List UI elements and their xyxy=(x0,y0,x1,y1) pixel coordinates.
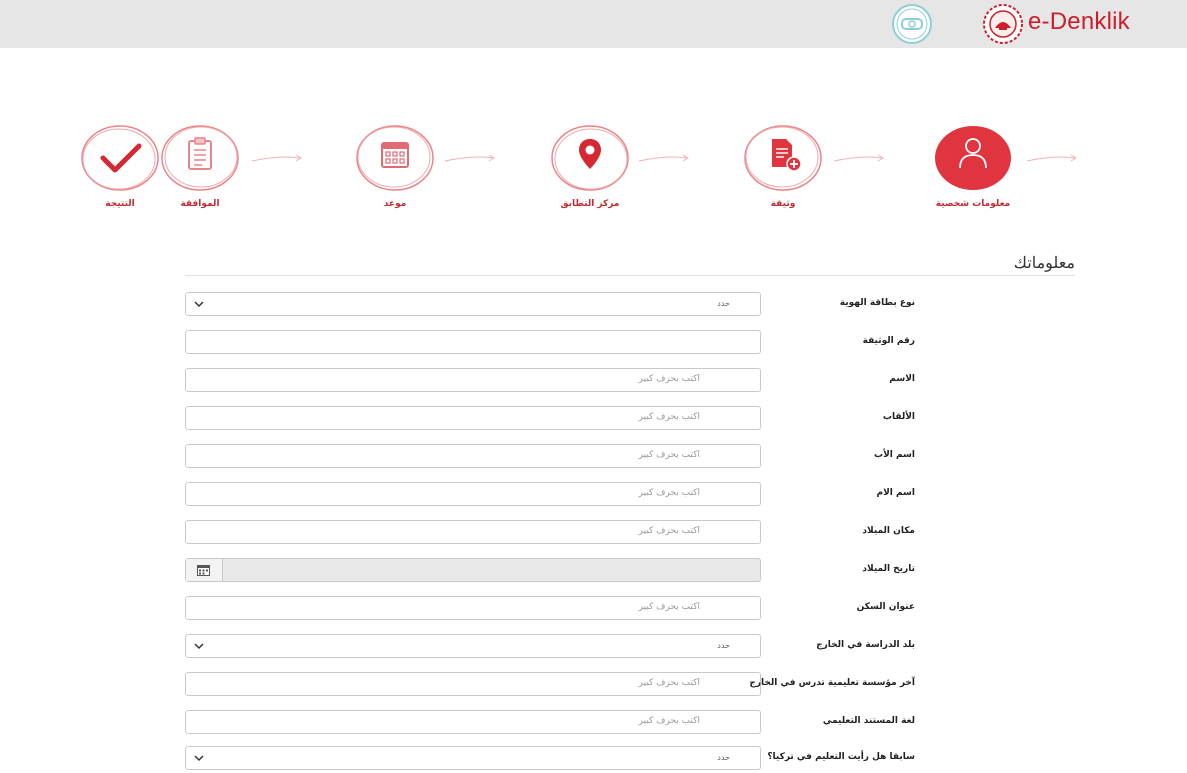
user-icon xyxy=(959,138,987,169)
checkmark-icon xyxy=(100,143,142,173)
form-row-birth-date: تاريخ الميلاد xyxy=(185,558,915,584)
diploma-seal-icon xyxy=(892,4,932,44)
step-appointment: موعد xyxy=(350,118,440,218)
step-label: الموافقة xyxy=(180,199,220,209)
placeholder: اكتب بحرف كبير xyxy=(638,374,700,384)
address-input[interactable]: اكتب بحرف كبير xyxy=(185,596,761,620)
birth-place-input[interactable]: اكتب بحرف كبير xyxy=(185,520,761,544)
form-row-study-country: حدد بلد الدراسة في الخارج xyxy=(185,634,915,660)
step-personal-info: معلومات شخصية xyxy=(928,118,1018,218)
form-row-prior-turkey: حدد سابقا هل رأيت التعليم في تركيا؟ xyxy=(185,746,915,772)
field-label: اسم الأب xyxy=(874,450,915,460)
form-row-birth-place: اكتب بحرف كبير مكان الميلاد xyxy=(185,520,915,546)
field-label: الاسم xyxy=(889,374,915,384)
document-add-icon xyxy=(772,139,802,172)
chevron-down-icon xyxy=(194,643,204,650)
field-label: عنوان السكن xyxy=(856,602,915,612)
form-row-doc-number: رقم الوثيقة xyxy=(185,330,915,356)
placeholder: اكتب بحرف كبير xyxy=(638,678,700,688)
divider xyxy=(185,275,1075,276)
arrow-icon xyxy=(1026,154,1077,162)
placeholder: اكتب بحرف كبير xyxy=(638,412,700,422)
arrow-icon xyxy=(251,154,302,162)
field-label: الألقاب xyxy=(882,412,915,422)
field-label: لغة المستند التعليمي xyxy=(822,716,915,726)
name-input[interactable]: اكتب بحرف كبير xyxy=(185,368,761,392)
form-row-doc-language: اكتب بحرف كبير لغة المستند التعليمي xyxy=(185,710,915,736)
clipboard-icon xyxy=(188,137,212,170)
field-label: بلد الدراسة في الخارج xyxy=(816,640,915,650)
father-name-input[interactable]: اكتب بحرف كبير xyxy=(185,444,761,468)
doc-number-input[interactable] xyxy=(185,330,761,354)
last-institution-input[interactable]: اكتب بحرف كبير xyxy=(185,672,761,696)
form-row-father-name: اكتب بحرف كبير اسم الأب xyxy=(185,444,915,470)
surname-input[interactable]: اكتب بحرف كبير xyxy=(185,406,761,430)
form-row-surname: اكتب بحرف كبير الألقاب xyxy=(185,406,915,432)
calendar-icon xyxy=(197,565,210,576)
calendar-icon xyxy=(381,142,409,168)
brand-name[interactable]: e-Denklik xyxy=(1028,8,1130,36)
id-type-select[interactable]: حدد xyxy=(185,292,761,316)
step-label: مركز التطابق xyxy=(560,199,620,209)
form-row-name: اكتب بحرف كبير الاسم xyxy=(185,368,915,394)
progress-steps: التتيجة الموافقة موعد مركز التطابق وثيقة… xyxy=(0,118,1187,218)
step-label: معلومات شخصية xyxy=(935,199,1011,209)
placeholder: اكتب بحرف كبير xyxy=(638,526,700,536)
calendar-button[interactable] xyxy=(186,559,223,581)
step-matching-center: مركز التطابق xyxy=(545,118,635,218)
arrow-icon xyxy=(444,154,495,162)
field-label: اسم الام xyxy=(876,488,915,498)
field-label: سابقا هل رأيت التعليم في تركيا؟ xyxy=(767,752,915,762)
step-approval: الموافقة xyxy=(155,118,245,218)
ministry-emblem-icon xyxy=(983,4,1023,44)
placeholder: اكتب بحرف كبير xyxy=(638,450,700,460)
birth-date-input[interactable] xyxy=(185,558,761,582)
location-pin-icon xyxy=(579,139,601,169)
field-label: مكان الميلاد xyxy=(862,526,915,536)
field-label: آخر مؤسسة تعليمية تدرس في الخارج xyxy=(749,678,915,688)
section-title: معلوماتك xyxy=(1013,253,1075,272)
arrow-icon xyxy=(833,154,884,162)
prior-turkey-select[interactable]: حدد xyxy=(185,746,761,770)
form-row-id-type: حدد نوع بطاقة الهوية xyxy=(185,292,915,318)
form-row-last-institution: اكتب بحرف كبير آخر مؤسسة تعليمية تدرس في… xyxy=(185,672,915,698)
field-label: تاريخ الميلاد xyxy=(862,564,915,574)
study-country-select[interactable]: حدد xyxy=(185,634,761,658)
step-label: وثيقة xyxy=(770,199,796,209)
doc-language-input[interactable]: اكتب بحرف كبير xyxy=(185,710,761,734)
top-bar: e-Denklik xyxy=(0,0,1187,48)
placeholder: اكتب بحرف كبير xyxy=(638,488,700,498)
chevron-down-icon xyxy=(194,301,204,308)
placeholder: اكتب بحرف كبير xyxy=(638,716,700,726)
chevron-down-icon xyxy=(194,755,204,762)
step-label: موعد xyxy=(383,199,407,209)
step-document: وثيقة xyxy=(738,118,828,218)
field-label: نوع بطاقة الهوية xyxy=(839,298,915,308)
field-label: رقم الوثيقة xyxy=(862,336,915,346)
placeholder: اكتب بحرف كبير xyxy=(638,602,700,612)
form-row-mother-name: اكتب بحرف كبير اسم الام xyxy=(185,482,915,508)
mother-name-input[interactable]: اكتب بحرف كبير xyxy=(185,482,761,506)
arrow-icon xyxy=(638,154,689,162)
form-row-address: اكتب بحرف كبير عنوان السكن xyxy=(185,596,915,622)
